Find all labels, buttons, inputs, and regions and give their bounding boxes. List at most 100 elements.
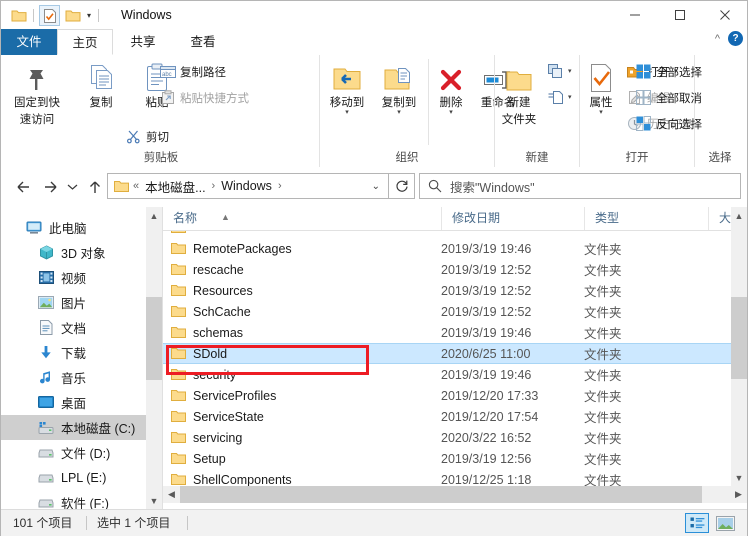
copy-to-button[interactable]: 复制到 ▾ (374, 59, 424, 116)
refresh-button[interactable] (389, 173, 415, 199)
breadcrumb-item-drive[interactable]: 本地磁盘... (143, 177, 207, 196)
view-details-button[interactable] (685, 513, 709, 533)
chevron-down-icon[interactable]: ⌄ (372, 181, 388, 192)
sidebar-item-local-disk-c[interactable]: 本地磁盘 (C:) (1, 415, 146, 440)
table-row[interactable]: schemas 2019/3/19 19:46 文件夹 (163, 322, 731, 343)
delete-button[interactable]: 删除 ▾ (430, 59, 472, 116)
breadcrumb-overflow[interactable]: « (129, 180, 143, 192)
scroll-thumb[interactable] (180, 486, 702, 503)
address-bar[interactable]: « 本地磁盘... › Windows › ⌄ (107, 173, 389, 199)
tab-share[interactable]: 共享 (113, 29, 173, 55)
sidebar-item-drive-e[interactable]: LPL (E:) (1, 465, 146, 490)
sidebar-item-drive-d[interactable]: 文件 (D:) (1, 440, 146, 465)
breadcrumb-item-windows[interactable]: Windows (219, 179, 274, 193)
chevron-down-icon[interactable]: ▾ (580, 109, 622, 116)
sidebar-item-music[interactable]: 音乐 (1, 365, 146, 390)
table-row[interactable]: Setup 2019/3/19 12:56 文件夹 (163, 448, 731, 469)
sidebar-label: 图片 (61, 297, 87, 311)
ribbon-help-row: ^ ? (715, 31, 743, 46)
new-item-button[interactable]: ▾ (547, 61, 572, 82)
new-folder-button[interactable]: 新建 文件夹 (493, 59, 545, 127)
folder-icon (171, 410, 186, 423)
search-input[interactable]: 搜索"Windows" (419, 173, 741, 199)
3d-objects-icon (37, 244, 55, 262)
forward-button[interactable] (39, 175, 63, 199)
new-folder-icon[interactable] (63, 6, 82, 25)
select-all-button[interactable]: 全部选择 (635, 61, 745, 82)
paste-shortcut-button[interactable]: 粘贴快捷方式 (159, 87, 249, 108)
table-row[interactable]: security 2019/3/19 19:46 文件夹 (163, 364, 731, 385)
column-header-type[interactable]: 类型 (584, 207, 708, 230)
table-row[interactable]: Resources 2019/3/19 12:52 文件夹 (163, 280, 731, 301)
scroll-thumb[interactable] (731, 297, 747, 379)
select-none-button[interactable]: 全部取消 (635, 87, 745, 108)
close-button[interactable] (702, 1, 747, 29)
sidebar-item-this-pc[interactable]: 此电脑 (1, 215, 146, 240)
view-large-icons-button[interactable] (713, 513, 737, 533)
file-date: 2019/3/19 12:56 (441, 451, 532, 466)
help-button[interactable]: ? (728, 31, 743, 46)
nav-pane-scrollbar[interactable]: ▲ ▼ (146, 207, 162, 509)
table-row-partial[interactable] (163, 231, 731, 238)
table-row[interactable]: ServiceState 2019/12/20 17:54 文件夹 (163, 406, 731, 427)
chevron-down-icon[interactable]: ▾ (322, 109, 372, 116)
local-disk-icon (37, 419, 55, 437)
sidebar-item-desktop[interactable]: 桌面 (1, 390, 146, 415)
folder-icon[interactable] (9, 6, 28, 25)
tab-view[interactable]: 查看 (173, 29, 233, 55)
scroll-right-arrow[interactable]: ▶ (730, 486, 747, 503)
cut-button[interactable]: 剪切 (125, 126, 169, 147)
move-to-button[interactable]: 移动到 ▾ (322, 59, 372, 116)
properties-icon[interactable] (39, 5, 60, 26)
delete-icon (430, 59, 472, 93)
sidebar-item-pictures[interactable]: 图片 (1, 290, 146, 315)
sidebar-item-drive-f[interactable]: 软件 (F:) (1, 490, 146, 509)
scroll-down-arrow[interactable]: ▼ (731, 469, 747, 486)
table-row[interactable]: SchCache 2019/3/19 12:52 文件夹 (163, 301, 731, 322)
tab-file[interactable]: 文件 (1, 29, 57, 55)
scroll-down-arrow[interactable]: ▼ (146, 492, 162, 509)
scroll-thumb[interactable] (146, 297, 162, 380)
tab-home[interactable]: 主页 (57, 29, 113, 55)
table-row[interactable]: servicing 2020/3/22 16:52 文件夹 (163, 427, 731, 448)
column-header-name[interactable]: 名称 ▲ (163, 207, 441, 230)
chevron-down-icon[interactable]: ▾ (568, 94, 572, 101)
properties-button[interactable]: 属性 ▾ (580, 59, 622, 116)
copy-button[interactable]: 复制 (73, 59, 129, 110)
documents-icon (37, 319, 55, 337)
table-row-selected[interactable]: SDold 2020/6/25 11:00 文件夹 (163, 343, 731, 364)
sidebar-label: 软件 (F:) (61, 497, 109, 509)
sidebar-item-3d-objects[interactable]: 3D 对象 (1, 240, 146, 265)
easy-access-button[interactable]: ▾ (547, 87, 572, 108)
table-row[interactable]: ServiceProfiles 2019/12/20 17:33 文件夹 (163, 385, 731, 406)
maximize-button[interactable] (657, 1, 702, 29)
chevron-down-icon[interactable]: ▾ (430, 109, 472, 116)
sidebar-item-downloads[interactable]: 下载 (1, 340, 146, 365)
file-list-scrollbar-vertical[interactable]: ▲ ▼ (731, 207, 747, 486)
chevron-down-icon[interactable]: ▾ (85, 11, 93, 20)
file-name: rescache (193, 262, 244, 277)
column-header-date[interactable]: 修改日期 (441, 207, 584, 230)
invert-selection-button[interactable]: 反向选择 (635, 113, 745, 134)
up-button[interactable] (83, 175, 107, 199)
sidebar-item-documents[interactable]: 文档 (1, 315, 146, 340)
back-button[interactable] (11, 175, 35, 199)
minimize-button[interactable] (612, 1, 657, 29)
collapse-ribbon-icon[interactable]: ^ (715, 33, 720, 45)
sidebar-item-videos[interactable]: 视频 (1, 265, 146, 290)
scroll-up-arrow[interactable]: ▲ (146, 207, 162, 224)
table-row[interactable]: RemotePackages 2019/3/19 19:46 文件夹 (163, 238, 731, 259)
table-row[interactable]: ShellComponents 2019/12/25 1:18 文件夹 (163, 469, 731, 486)
file-list-scrollbar-horizontal[interactable]: ◀ ▶ (163, 486, 747, 503)
file-name-cell: rescache (171, 263, 244, 277)
chevron-down-icon[interactable]: ▾ (568, 68, 572, 75)
copy-path-button[interactable]: abc 复制路径 (159, 61, 226, 82)
pin-to-quick-access-button[interactable]: 固定到快 速访问 (9, 59, 65, 127)
chevron-down-icon[interactable]: ▾ (374, 109, 424, 116)
table-row[interactable]: rescache 2019/3/19 12:52 文件夹 (163, 259, 731, 280)
breadcrumb-separator[interactable]: › (274, 180, 286, 192)
scroll-left-arrow[interactable]: ◀ (163, 486, 180, 503)
breadcrumb-separator[interactable]: › (208, 180, 220, 192)
scroll-up-arrow[interactable]: ▲ (731, 207, 747, 224)
recent-locations-button[interactable] (63, 175, 81, 199)
